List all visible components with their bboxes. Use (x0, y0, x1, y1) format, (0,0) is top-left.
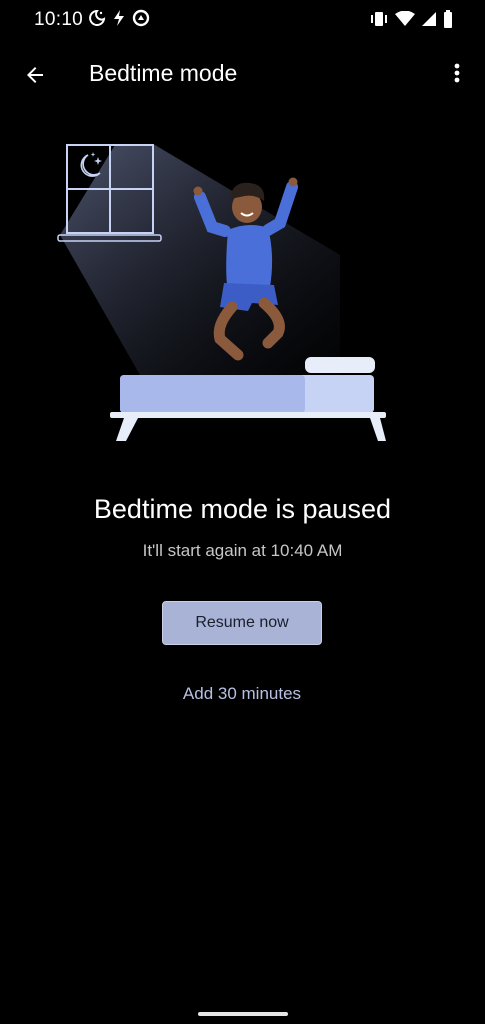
flash-icon (112, 9, 126, 27)
signal-icon (421, 11, 437, 27)
sync-icon (132, 9, 150, 27)
wifi-icon (395, 11, 415, 27)
resume-time-text: It'll start again at 10:40 AM (142, 541, 343, 560)
gesture-nav-handle[interactable] (198, 1012, 288, 1016)
back-button[interactable] (20, 60, 50, 90)
status-time: 10:10 (34, 9, 84, 30)
arrow-back-icon (23, 63, 47, 87)
battery-icon (443, 10, 453, 28)
page-title: Bedtime mode (89, 60, 238, 86)
app-bar: Bedtime mode (0, 50, 485, 98)
status-right-icons (369, 10, 453, 28)
add-30-minutes-button[interactable]: Add 30 minutes (142, 680, 342, 708)
resume-now-button[interactable]: Resume now (162, 601, 322, 645)
more-vert-icon (453, 61, 461, 85)
vibrate-icon (369, 11, 389, 27)
bedtime-moon-icon (88, 9, 106, 27)
paused-headline: Bedtime mode is paused (93, 494, 392, 524)
bedtime-illustration (40, 135, 400, 455)
status-left-icons (88, 9, 150, 27)
more-options-button[interactable] (445, 58, 469, 88)
status-bar: 10:10 (0, 0, 485, 40)
